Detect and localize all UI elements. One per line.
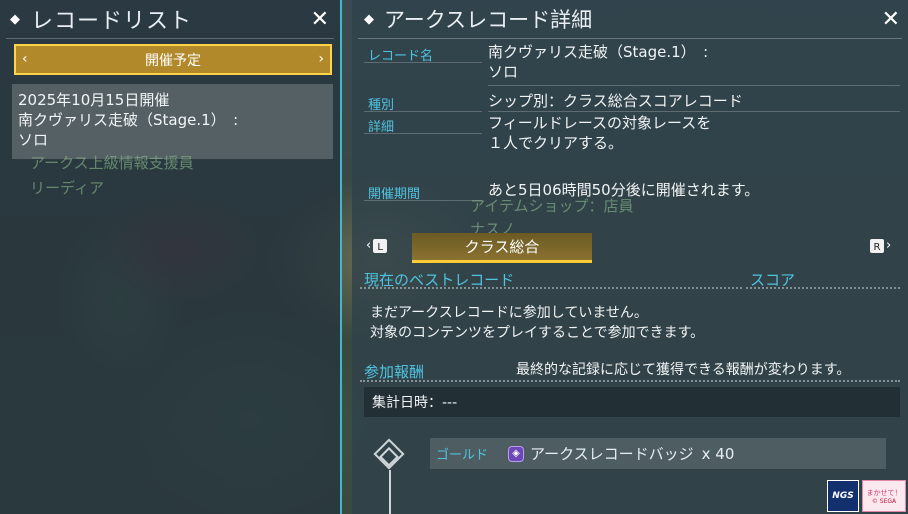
header-divider [358,38,902,39]
detail-value-line2: １人でクリアする。 [488,134,624,152]
list-item[interactable]: 2025年10月15日開催 南クヴァリス走破（Stage.1） : ソロ [12,84,333,159]
tier-diamond-icon [373,438,405,470]
label-underline [364,62,482,63]
value-underline [488,85,900,86]
record-date: 2025年10月15日開催 [18,91,170,109]
diamond-icon: ◆ [364,11,374,27]
reward-item-qty: x 40 [701,444,735,463]
record-list-header: ◆ レコードリスト ✕ [0,0,340,38]
next-category-button[interactable]: R › [870,238,891,253]
record-detail-header: ◆ アークスレコード詳細 ✕ [352,0,908,38]
reward-note: 最終的な記録に応じて獲得できる報酬が変わります。 [516,362,851,378]
tally-date: 集計日時：--- [372,395,458,411]
record-mode: ソロ [18,131,49,149]
l-key-icon: L [373,238,388,253]
type-value: シップ別：クラス総合スコアレコード [488,92,743,110]
detail-value-line1: フィールドレースの対象レースを [488,114,712,132]
chevron-left-icon: ‹ [366,238,372,253]
r-key-icon: R [870,238,884,253]
ngs-logo: NGS [827,480,859,512]
tab-class-overall[interactable]: クラス総合 [412,233,592,263]
tally-date-bar: 集計日時：--- [364,387,900,417]
prev-category-button[interactable]: ‹ L [366,238,388,253]
header-divider [6,38,334,39]
tab-upcoming[interactable]: ‹ 開催予定 › [14,44,332,75]
tier-connector [389,470,391,514]
label-underline [364,111,482,112]
reward-tier-label: ゴールド [436,448,489,463]
close-icon[interactable]: ✕ [311,7,330,32]
badge-icon: ◈ [508,445,524,462]
best-record-message-line1: まだアークスレコードに参加していません。 [370,305,648,321]
record-list-title: レコードリスト [31,9,193,34]
reward-row-gold[interactable]: ゴールド ◈ アークスレコードバッジ x 40 [430,438,886,469]
label-underline [364,133,482,134]
record-name-value: 南クヴァリス走破（Stage.1） : [488,43,709,61]
record-name: 南クヴァリス走破（Stage.1） : [18,111,239,129]
sega-logo-line2: © SEGA [871,497,897,505]
record-list-panel: ◆ レコードリスト ✕ ‹ 開催予定 › 2025年10月15日開催 南クヴァリ… [0,0,342,514]
chevron-right-icon[interactable]: › [318,51,324,67]
chevron-left-icon[interactable]: ‹ [22,51,28,67]
chevron-right-icon: › [886,238,892,253]
label-underline [364,200,482,201]
record-detail-panel: ◆ アークスレコード詳細 ✕ レコード名 南クヴァリス走破（Stage.1） :… [352,0,908,514]
value-underline [488,111,900,112]
close-icon[interactable]: ✕ [882,7,900,32]
best-record-message-line2: 対象のコンテンツをプレイすることで参加できます。 [370,325,705,341]
sega-logo-line1: まかせて！ [866,488,902,497]
record-name-mode: ソロ [488,63,519,81]
reward-title: 参加報酬 [364,363,425,381]
npc-label-role: アークス上級情報支援員 [30,154,194,172]
reward-item-name: アークスレコードバッジ [530,445,694,463]
section-divider [360,380,900,382]
section-divider [746,287,900,289]
npc-label-name: リーディア [30,179,104,197]
section-divider [360,287,742,289]
npc-label-role: アイテムショップ：店員 [470,197,634,215]
sega-logo: まかせて！ © SEGA [862,480,906,512]
tab-upcoming-label: 開催予定 [145,52,201,69]
record-detail-title: アークスレコード詳細 [384,8,593,32]
diamond-icon: ◆ [10,11,21,27]
